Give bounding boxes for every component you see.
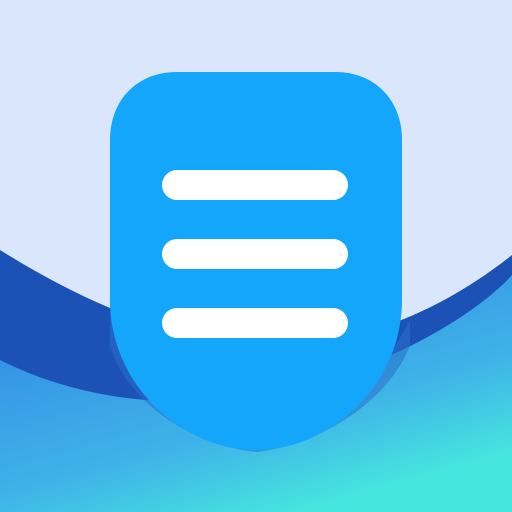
document-line: [162, 170, 348, 200]
document-line: [162, 308, 348, 338]
app-icon[interactable]: [0, 0, 512, 512]
document-line: [162, 239, 348, 269]
document-lines: [162, 170, 348, 338]
app-icon-graphic: [0, 0, 512, 512]
